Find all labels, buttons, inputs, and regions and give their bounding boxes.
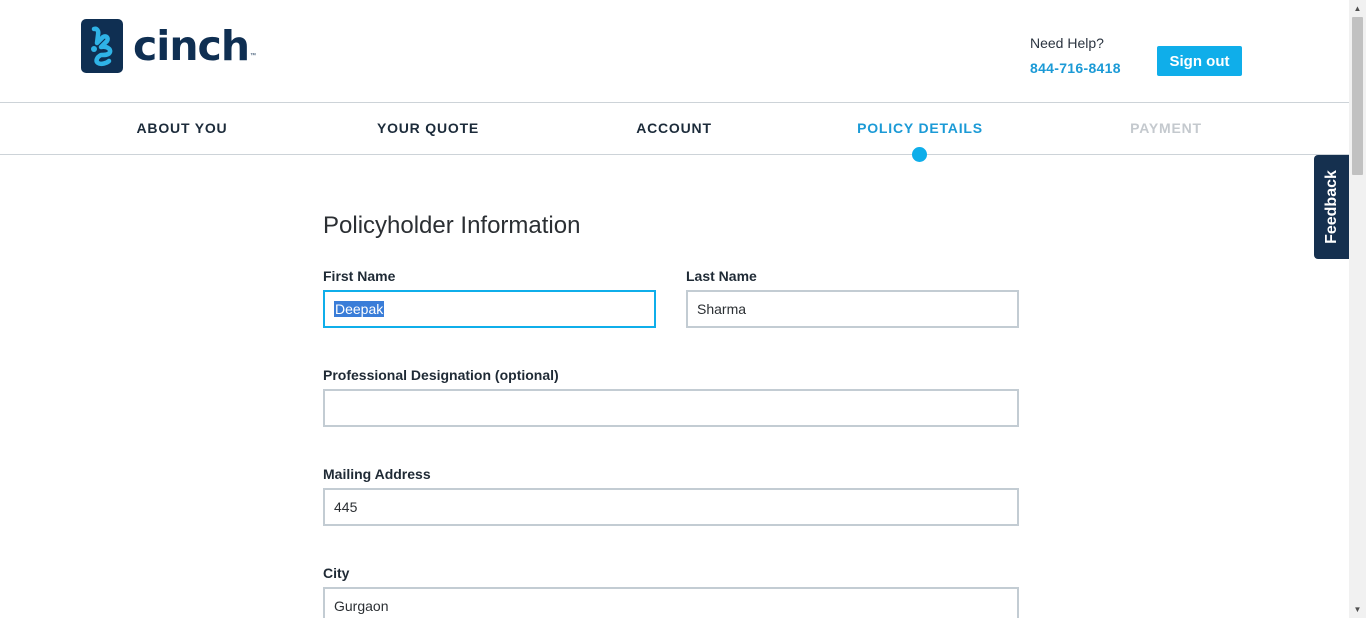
scrollbar-thumb[interactable] [1352,17,1363,175]
first-name-label: First Name [323,268,396,284]
site-header: cinch ™ Need Help? 844-716-8418 Sign out [0,0,1349,103]
form-title: Policyholder Information [323,212,581,239]
cinch-logo[interactable]: cinch ™ [81,19,256,73]
designation-label: Professional Designation (optional) [323,367,559,383]
last-name-label: Last Name [686,268,757,284]
mailing-address-label: Mailing Address [323,466,431,482]
step-account[interactable]: ACCOUNT [636,103,712,154]
help-label: Need Help? [1030,35,1104,51]
logo-wordmark: cinch [133,22,250,70]
scroll-up-arrow-icon[interactable]: ▲ [1349,0,1366,17]
step-payment: PAYMENT [1130,120,1202,136]
feedback-tab[interactable]: Feedback [1314,155,1349,259]
first-name-value: Deepak [334,301,385,317]
step-about-you[interactable]: ABOUT YOU [137,103,228,154]
page: cinch ™ Need Help? 844-716-8418 Sign out… [0,0,1349,618]
feedback-label: Feedback [1322,170,1340,244]
logo-trademark: ™ [250,53,257,59]
cinch-hand-logo-icon [81,19,123,73]
step-your-quote[interactable]: YOUR QUOTE [377,103,479,154]
active-step-indicator [912,147,927,162]
sign-out-button[interactable]: Sign out [1157,46,1242,76]
city-input[interactable] [323,587,1019,618]
scroll-down-arrow-icon[interactable]: ▼ [1349,601,1366,618]
designation-input[interactable] [323,389,1019,427]
last-name-input[interactable] [686,290,1019,328]
mailing-address-input[interactable] [323,488,1019,526]
city-label: City [323,565,350,581]
progress-steps: ABOUT YOU YOUR QUOTE ACCOUNT POLICY DETA… [0,103,1349,155]
help-phone-link[interactable]: 844-716-8418 [1030,60,1121,76]
first-name-input[interactable]: Deepak [323,290,656,328]
vertical-scrollbar[interactable]: ▲ ▼ [1349,0,1366,618]
help-block: Need Help? 844-716-8418 [1030,35,1121,76]
